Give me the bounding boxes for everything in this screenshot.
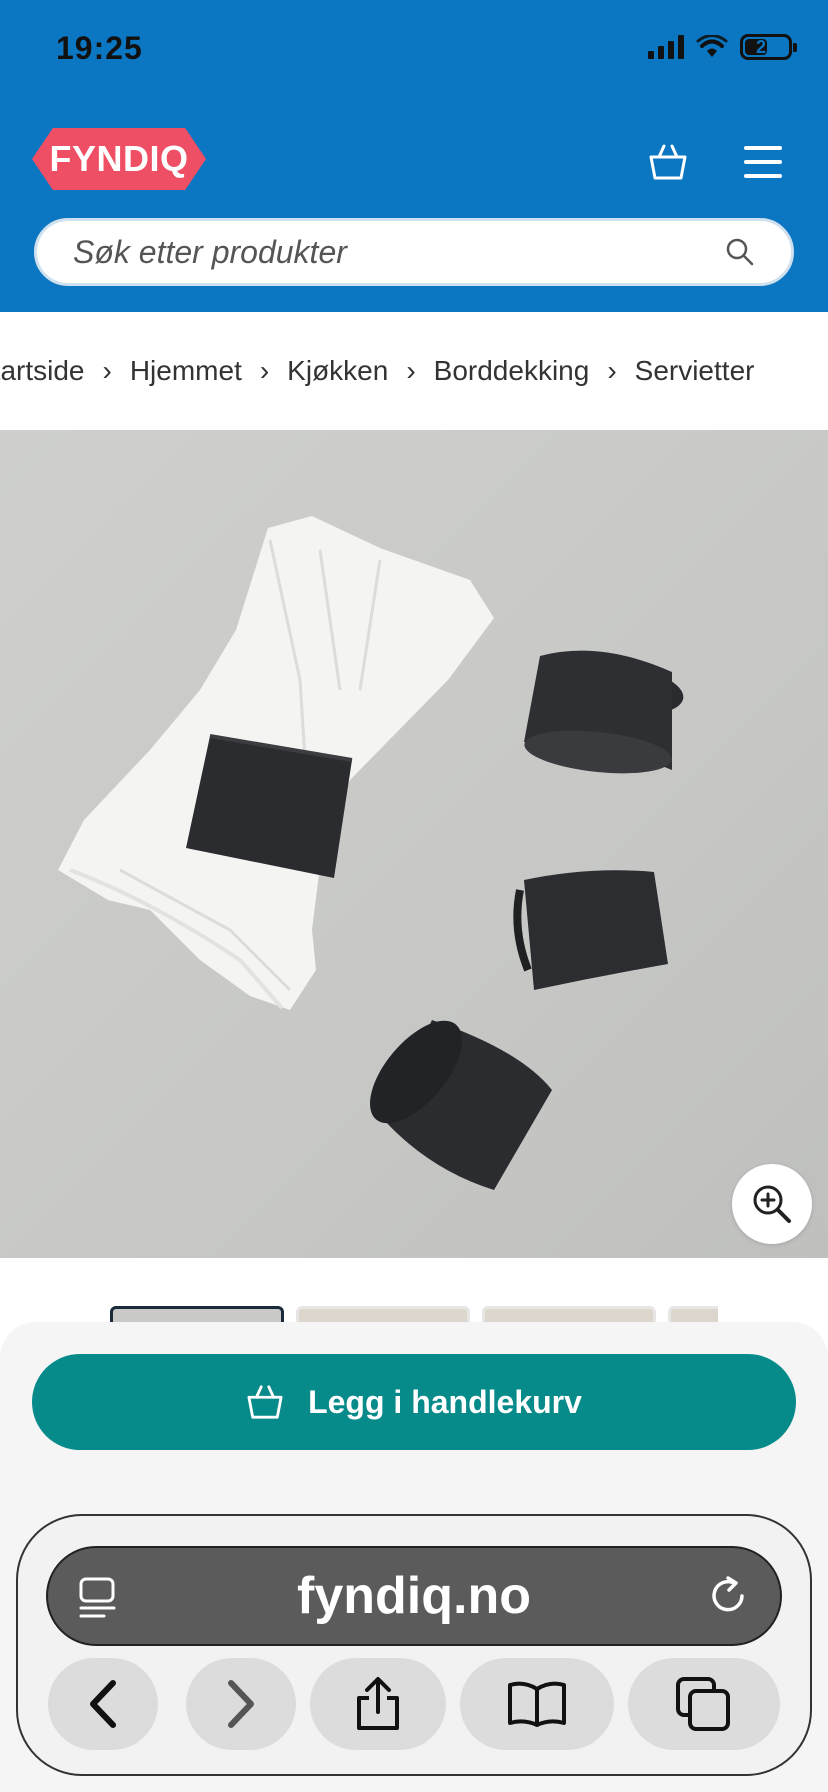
status-time: 19:25 — [56, 30, 143, 66]
breadcrumb-separator: › — [102, 355, 112, 386]
battery-level: 25 — [755, 36, 777, 57]
add-to-cart-label: Legg i handlekurv — [308, 1383, 582, 1420]
url-text: fyndiq.no — [297, 1567, 531, 1625]
menu-button[interactable] — [734, 134, 794, 190]
reader-icon[interactable] — [78, 1576, 120, 1620]
address-bar[interactable]: fyndiq.no — [46, 1546, 782, 1646]
wifi-icon — [696, 35, 728, 57]
breadcrumb-servietter[interactable]: Servietter — [635, 355, 755, 387]
basket-icon — [649, 144, 687, 180]
breadcrumb-separator: › — [406, 355, 416, 386]
tabs-button[interactable] — [628, 1658, 780, 1750]
basket-icon — [247, 1385, 283, 1419]
site-header: 19:25 25 FYNDIQ — [0, 0, 828, 312]
bookmarks-button[interactable] — [460, 1658, 614, 1750]
share-button[interactable] — [310, 1658, 446, 1750]
cellular-signal-icon — [648, 35, 684, 59]
search-icon[interactable] — [725, 237, 755, 267]
breadcrumb-separator: › — [607, 355, 617, 386]
breadcrumb-kjokken[interactable]: Kjøkken — [287, 355, 388, 387]
zoom-button[interactable] — [732, 1164, 812, 1244]
breadcrumb-startside[interactable]: Startside — [0, 355, 85, 387]
tabs-icon — [676, 1677, 730, 1731]
battery-icon: 25 — [740, 34, 797, 60]
bookmarks-icon — [508, 1681, 566, 1727]
share-icon — [357, 1677, 399, 1730]
logo-text: FYNDIQ — [49, 138, 189, 179]
fyndiq-logo[interactable]: FYNDIQ — [32, 128, 206, 190]
search-input[interactable] — [73, 233, 725, 271]
reload-icon[interactable] — [706, 1574, 750, 1618]
back-icon — [90, 1680, 116, 1728]
product-image[interactable] — [0, 430, 828, 1258]
forward-icon — [228, 1680, 254, 1728]
hamburger-icon — [734, 134, 794, 190]
breadcrumb-borddekking[interactable]: Borddekking — [434, 355, 590, 387]
breadcrumb: Startside › Hjemmet › Kjøkken › Borddekk… — [0, 312, 828, 430]
zoom-in-icon — [753, 1185, 791, 1223]
forward-button[interactable] — [186, 1658, 296, 1750]
back-button[interactable] — [48, 1658, 158, 1750]
cart-button[interactable] — [638, 134, 698, 190]
breadcrumb-hjemmet[interactable]: Hjemmet — [130, 355, 242, 387]
status-icons: 25 — [648, 34, 797, 60]
add-to-cart-button[interactable]: Legg i handlekurv — [32, 1354, 796, 1450]
search-bar[interactable] — [34, 218, 794, 286]
napkin-rings-photo — [58, 516, 684, 1190]
breadcrumb-separator: › — [259, 355, 270, 386]
